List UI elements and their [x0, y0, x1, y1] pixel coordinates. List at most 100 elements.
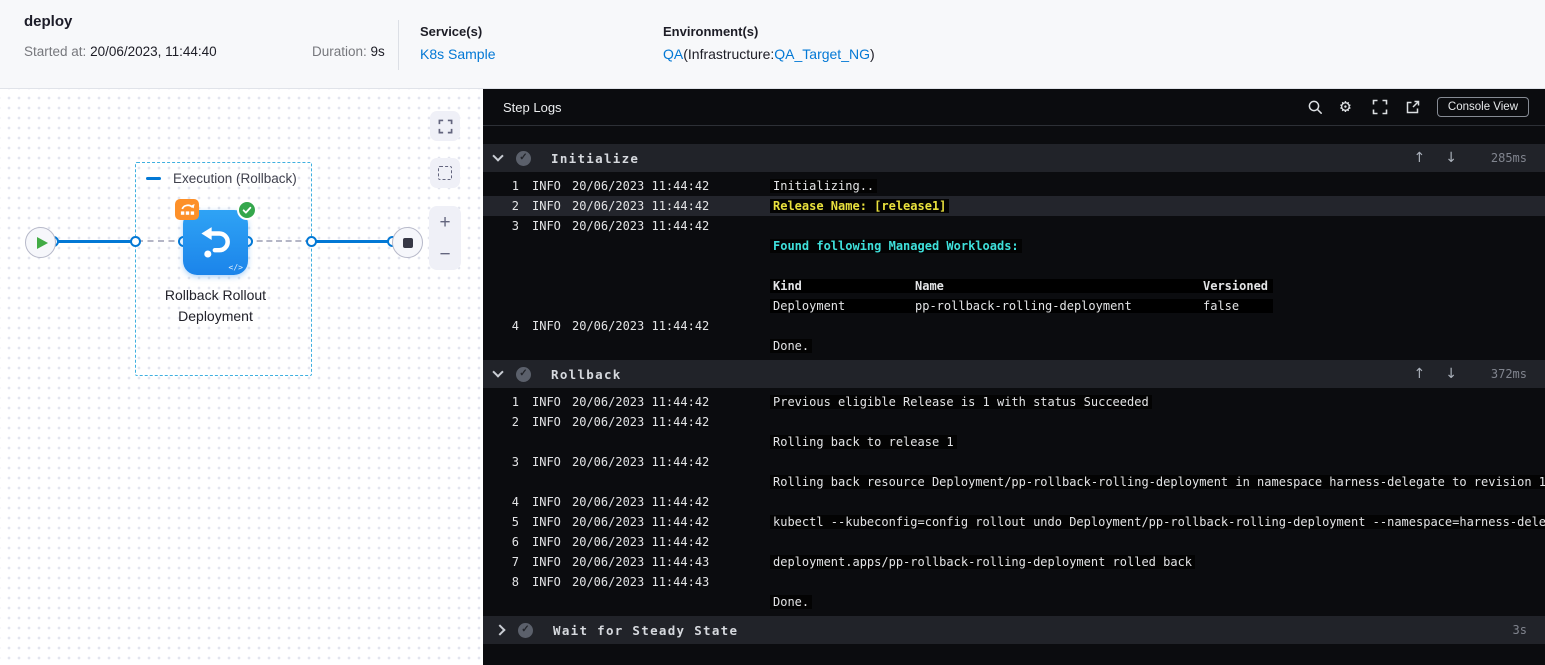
log-message: Done. — [770, 595, 813, 609]
scroll-down-icon[interactable]: ↓ — [1445, 150, 1457, 166]
log-table-cell: false — [1203, 299, 1240, 313]
console-view-button[interactable]: Console View — [1436, 97, 1529, 117]
log-line-number[interactable]: 1 — [503, 179, 519, 193]
step-success-icon: ✓ — [518, 622, 533, 638]
port-group-right — [306, 236, 317, 247]
log-line-number[interactable]: 2 — [503, 199, 519, 213]
service-link[interactable]: K8s Sample — [420, 46, 495, 62]
log-line: 3 INFO 20/06/2023 11:44:42 — [483, 216, 1545, 236]
rollback-arrow-icon — [201, 227, 230, 258]
collapse-minus-icon[interactable] — [146, 177, 161, 180]
started-at: Started at: 20/06/2023, 11:44:40 — [24, 44, 217, 59]
log-timestamp: 20/06/2023 11:44:43 — [572, 575, 710, 589]
log-line-number[interactable]: 7 — [503, 555, 519, 569]
log-message: Rolling back to release 1 — [770, 435, 957, 449]
log-line: 4 INFO 20/06/2023 11:44:42 — [483, 316, 1545, 336]
environment-infra-prefix: (Infrastructure: — [683, 46, 775, 62]
log-message: Rolling back resource Deployment/pp-roll… — [770, 475, 1545, 489]
expand-fullscreen-icon[interactable] — [1372, 99, 1388, 115]
log-timestamp: 20/06/2023 11:44:42 — [572, 415, 710, 429]
log-timestamp: 20/06/2023 11:44:42 — [572, 455, 710, 469]
chevron-down-icon[interactable] — [492, 366, 504, 378]
log-line-number[interactable]: 1 — [503, 395, 519, 409]
canvas-fullscreen-button[interactable] — [430, 111, 460, 141]
log-section-title: Wait for Steady State — [553, 622, 739, 638]
environment-link[interactable]: QA — [663, 46, 683, 62]
log-timestamp: 20/06/2023 11:44:43 — [572, 555, 710, 569]
log-section: ✓ Initialize ↑ ↓ 285ms 1 INFO 20/06/2023 11:44:… — [483, 144, 1545, 356]
log-timestamp: 20/06/2023 11:44:42 — [572, 319, 710, 333]
section-duration: 3s — [1512, 623, 1527, 637]
stop-icon — [403, 238, 413, 248]
log-table-cell: Deployment — [773, 299, 846, 313]
log-level: INFO — [532, 515, 561, 529]
log-line-number[interactable]: 2 — [503, 415, 519, 429]
log-message: Done. — [770, 339, 813, 353]
step-logs-panel: Step Logs ⚙ Console View ✓ Initialize ↑ ↓ 28… — [483, 89, 1545, 665]
log-line-number[interactable]: 4 — [503, 495, 519, 509]
execution-header: deploy Started at: 20/06/2023, 11:44:40 … — [0, 0, 1545, 89]
log-level: INFO — [532, 179, 561, 193]
scroll-up-icon[interactable]: ↑ — [1414, 366, 1426, 382]
log-timestamp: 20/06/2023 11:44:42 — [572, 535, 710, 549]
log-table-row: Kind Name Versioned — [770, 279, 1273, 293]
start-node[interactable] — [25, 227, 56, 258]
step-node-rollback-rollout-deployment[interactable]: </> — [175, 199, 257, 275]
log-section-header[interactable]: ✓ Wait for Steady State 3s — [483, 616, 1545, 644]
log-line: 5 INFO 20/06/2023 11:44:42 kubectl --kubeco… — [483, 512, 1545, 532]
log-content: ✓ Initialize ↑ ↓ 285ms 1 INFO 20/06/2023 11:44:… — [483, 126, 1545, 644]
log-table-cell: Versioned — [1203, 279, 1269, 293]
log-table-cell: Name — [915, 279, 944, 293]
log-line-number[interactable]: 4 — [503, 319, 519, 333]
section-duration: 285ms — [1490, 151, 1527, 165]
log-line: 1 INFO 20/06/2023 11:44:42 Previous eligibl… — [483, 392, 1545, 412]
zoom-out-button[interactable]: − — [439, 245, 450, 264]
open-in-new-icon[interactable] — [1405, 99, 1421, 115]
fullscreen-icon — [438, 119, 452, 133]
log-section-title: Rollback — [551, 366, 622, 382]
log-line-number[interactable]: 6 — [503, 535, 519, 549]
log-message: Previous eligible Release is 1 with stat… — [770, 395, 1152, 409]
chevron-right-icon[interactable] — [494, 624, 506, 636]
log-section-header[interactable]: ✓ Initialize ↑ ↓ 285ms — [483, 144, 1545, 172]
log-section-title: Initialize — [551, 150, 640, 166]
log-table-cell: Kind — [773, 279, 802, 293]
log-line-number[interactable]: 3 — [503, 455, 519, 469]
zoom-in-button[interactable]: + — [439, 213, 450, 232]
scroll-up-icon[interactable]: ↑ — [1414, 150, 1426, 166]
log-level: INFO — [532, 219, 561, 233]
canvas-select-button[interactable] — [430, 158, 460, 188]
log-line: 7 INFO 20/06/2023 11:44:43 deployment.apps/… — [483, 552, 1545, 572]
log-section: ✓ Rollback ↑ ↓ 372ms 1 INFO 20/06/2023 11:44:42… — [483, 360, 1545, 612]
log-line-number[interactable]: 5 — [503, 515, 519, 529]
step-node-label: Rollback Rollout Deployment — [164, 287, 267, 324]
step-success-icon: ✓ — [516, 366, 531, 382]
log-line: Kind Name Versioned — [483, 276, 1545, 296]
started-at-label: Started at: — [24, 44, 87, 59]
rolling-deployment-badge-icon — [175, 199, 199, 220]
gear-icon[interactable]: ⚙ — [1340, 98, 1351, 116]
canvas-zoom-panel: + − — [429, 206, 461, 270]
end-node[interactable] — [392, 227, 423, 258]
pipeline-title: deploy — [24, 13, 73, 30]
log-line: 6 INFO 20/06/2023 11:44:42 — [483, 532, 1545, 552]
log-level: INFO — [532, 395, 561, 409]
log-line-number[interactable]: 3 — [503, 219, 519, 233]
infrastructure-link[interactable]: QA_Target_NG — [774, 46, 870, 62]
log-line: Rolling back resource Deployment/pp-roll… — [483, 472, 1545, 492]
search-icon[interactable] — [1307, 99, 1323, 115]
log-line: 8 INFO 20/06/2023 11:44:43 — [483, 572, 1545, 592]
step-logs-title: Step Logs — [503, 99, 562, 115]
log-section-header[interactable]: ✓ Rollback ↑ ↓ 372ms — [483, 360, 1545, 388]
log-line-number[interactable]: 8 — [503, 575, 519, 589]
log-timestamp: 20/06/2023 11:44:42 — [572, 199, 710, 213]
log-level: INFO — [532, 575, 561, 589]
log-message: kubectl --kubeconfig=config rollout undo… — [770, 515, 1545, 529]
chevron-down-icon[interactable] — [492, 150, 504, 162]
log-timestamp: 20/06/2023 11:44:42 — [572, 219, 710, 233]
pipeline-canvas[interactable]: Execution (Rollback) </> Rollback Rollou… — [0, 89, 483, 665]
log-message: Initializing.. — [770, 179, 878, 193]
scroll-down-icon[interactable]: ↓ — [1445, 366, 1457, 382]
environments-label: Environment(s) — [663, 24, 759, 39]
